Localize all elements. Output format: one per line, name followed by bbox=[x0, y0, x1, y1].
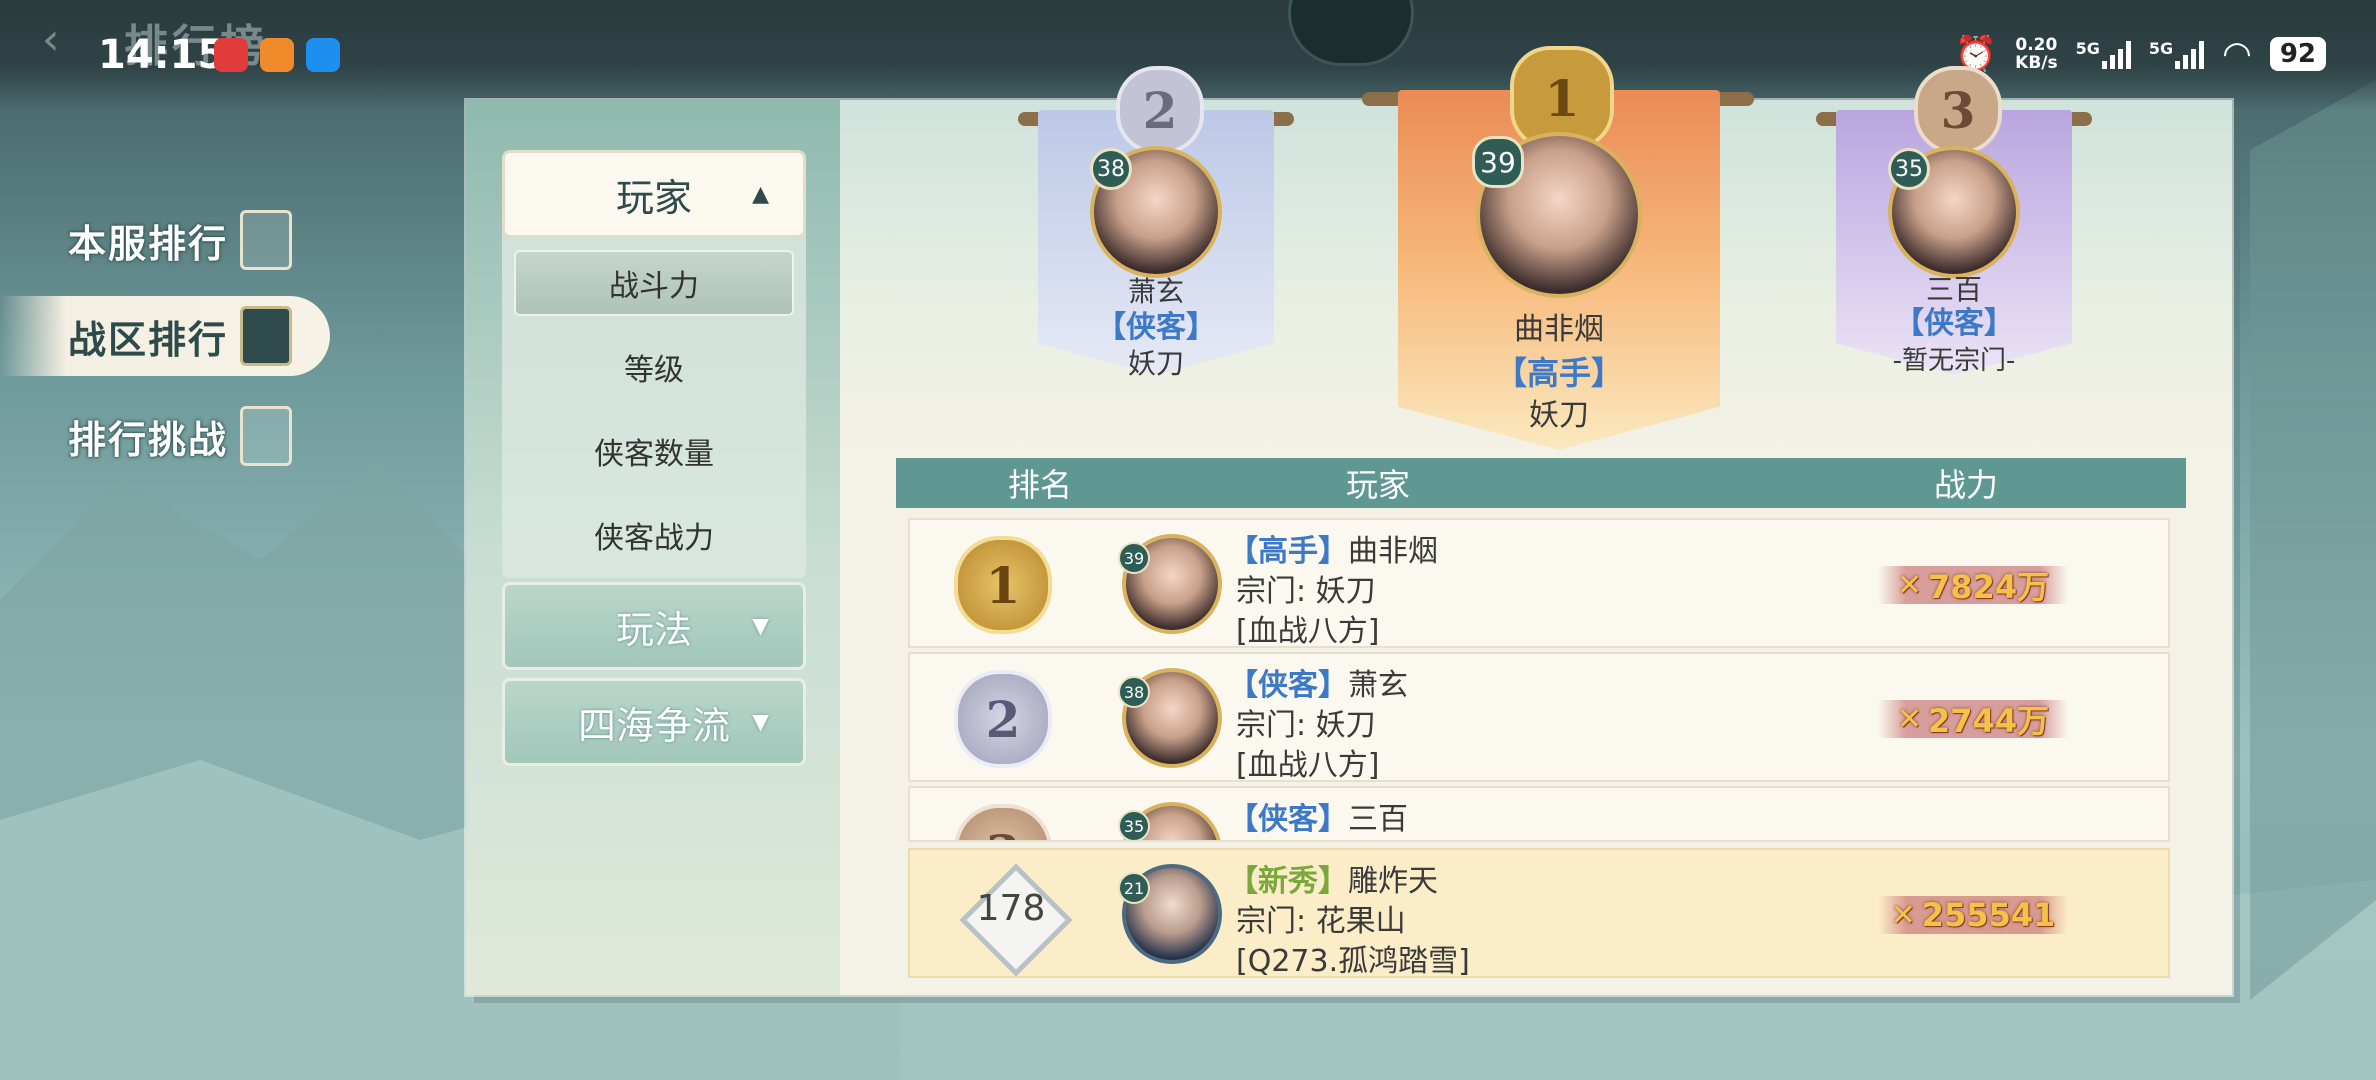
podium-rank3-sect: -暂无宗门- bbox=[1892, 346, 2016, 376]
podium-rank3-title: 【侠客】 bbox=[1894, 306, 2014, 341]
level-badge: 35 bbox=[1888, 148, 1930, 190]
player-name: 曲非烟 bbox=[1348, 534, 1438, 569]
signal-icon: 5G bbox=[2149, 39, 2205, 69]
chest-icon bbox=[240, 406, 293, 466]
sub-combat-power[interactable]: 战斗力 bbox=[514, 250, 794, 316]
podium-rank2-sect: 妖刀 bbox=[1127, 347, 1184, 380]
net-speed: 0.20 KB/s bbox=[2015, 35, 2058, 73]
app-notification-icon bbox=[214, 38, 248, 72]
table-row[interactable]: 1 39 【高手】曲非烟 宗门: 妖刀 [血战八方] ✕ 7824万 bbox=[908, 518, 2170, 649]
pavilion-icon bbox=[240, 210, 293, 270]
podium-rank1-sect: 妖刀 bbox=[1529, 398, 1589, 433]
player-name: 萧玄 bbox=[1348, 668, 1408, 703]
player-guild: [血战八方] bbox=[1236, 614, 1380, 649]
nav-zone-rank[interactable]: 战区排行 bbox=[0, 296, 330, 376]
power-value: ✕ 7824万 bbox=[1878, 566, 2068, 606]
rank3-medal-icon: 3 bbox=[954, 804, 1052, 840]
app-notification-icon bbox=[306, 38, 340, 72]
rank3-medal: 3 bbox=[1914, 66, 2002, 154]
status-time: 14:15 bbox=[98, 32, 226, 78]
level-badge: 35 bbox=[1118, 810, 1150, 840]
power-value: ✕ 255541 bbox=[1878, 896, 2068, 934]
crossed-swords-icon: ✕ bbox=[1896, 567, 1923, 603]
event-logo bbox=[1288, 0, 1414, 66]
level-badge: 39 bbox=[1472, 136, 1524, 188]
table-row[interactable]: 2 38 【侠客】萧玄 宗门: 妖刀 [血战八方] ✕ 2744万 bbox=[908, 652, 2170, 783]
back-arrow-icon[interactable]: ‹ bbox=[42, 14, 60, 65]
app-notification-icon bbox=[260, 38, 294, 72]
triangle-down-icon: ▼ bbox=[752, 709, 769, 735]
category-four-seas[interactable]: 四海争流 ▼ bbox=[502, 678, 806, 766]
nav-rank-challenge[interactable]: 排行挑战 bbox=[0, 396, 350, 476]
player-sect: 宗门: 花果山 bbox=[1236, 904, 1406, 939]
triangle-up-icon: ▲ bbox=[752, 181, 769, 207]
signal-icon: 5G bbox=[2076, 39, 2131, 69]
rank1-medal-icon: 1 bbox=[954, 536, 1052, 634]
podium-rank2-title: 【侠客】 bbox=[1096, 310, 1216, 345]
podium-rank1-title: 【高手】 bbox=[1494, 354, 1623, 392]
player-sect: 宗门: 妖刀 bbox=[1236, 574, 1376, 609]
level-badge: 38 bbox=[1118, 676, 1150, 708]
crossed-swords-icon: ✕ bbox=[1896, 701, 1923, 737]
sub-level[interactable]: 等级 bbox=[514, 334, 794, 400]
self-rank-row[interactable]: 178 21 【新秀】雕炸天 宗门: 花果山 [Q273.孤鸿踏雪] ✕ 2555… bbox=[908, 848, 2170, 979]
player-guild: [Q273.孤鸿踏雪] bbox=[1236, 944, 1470, 979]
player-name: 雕炸天 bbox=[1348, 864, 1438, 899]
nav-server-rank[interactable]: 本服排行 bbox=[0, 200, 350, 280]
wifi-icon: ◠ bbox=[2222, 34, 2252, 74]
self-rank-number: 178 bbox=[976, 888, 1046, 929]
player-guild: [血战八方] bbox=[1236, 748, 1380, 783]
category-gameplay[interactable]: 玩法 ▼ bbox=[502, 582, 806, 670]
power-value: ✕ 2744万 bbox=[1878, 700, 2068, 740]
shield-icon bbox=[240, 306, 293, 366]
level-badge: 39 bbox=[1118, 542, 1150, 574]
table-row[interactable]: 3 35 【侠客】三百 bbox=[908, 786, 2170, 842]
sub-hero-power[interactable]: 侠客战力 bbox=[514, 502, 794, 568]
player-name: 三百 bbox=[1348, 802, 1408, 837]
crossed-swords-icon: ✕ bbox=[1890, 897, 1916, 933]
rank2-medal: 2 bbox=[1116, 66, 1204, 154]
level-badge: 38 bbox=[1090, 148, 1132, 190]
sub-hero-count[interactable]: 侠客数量 bbox=[514, 418, 794, 484]
triangle-down-icon: ▼ bbox=[752, 613, 769, 639]
battery-indicator: 92 bbox=[2269, 37, 2326, 71]
category-player[interactable]: 玩家 ▲ bbox=[502, 150, 806, 238]
table-header: 排名 玩家 战力 bbox=[896, 458, 2186, 508]
player-sect: 宗门: 妖刀 bbox=[1236, 708, 1376, 743]
level-badge: 21 bbox=[1118, 872, 1150, 904]
rank2-medal-icon: 2 bbox=[954, 670, 1052, 768]
podium-rank1-name: 曲非烟 bbox=[1514, 312, 1604, 347]
